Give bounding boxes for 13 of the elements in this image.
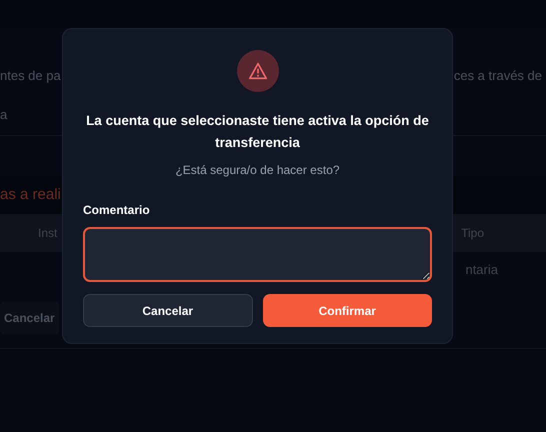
table-cell-text: ntaria <box>465 261 498 280</box>
intro-text: ces a través de <box>454 67 542 86</box>
intro-text: ntes de pa <box>0 67 61 86</box>
field-label: Comentario <box>83 202 151 219</box>
row-label: a <box>0 106 8 124</box>
cancel-button[interactable]: Cancelar <box>0 302 59 334</box>
dialog-subtitle: ¿Está segura/o de hacer esto? <box>175 162 340 179</box>
cancel-button[interactable]: Cancelar <box>83 294 252 327</box>
dialog-title: La cuenta que seleccionaste tiene activa la opción de transferencia <box>85 112 430 152</box>
comment-field[interactable] <box>83 227 432 282</box>
section-title: as a reali <box>0 184 61 205</box>
confirm-button[interactable]: Confirmar <box>262 294 432 327</box>
warning-icon <box>236 50 278 92</box>
